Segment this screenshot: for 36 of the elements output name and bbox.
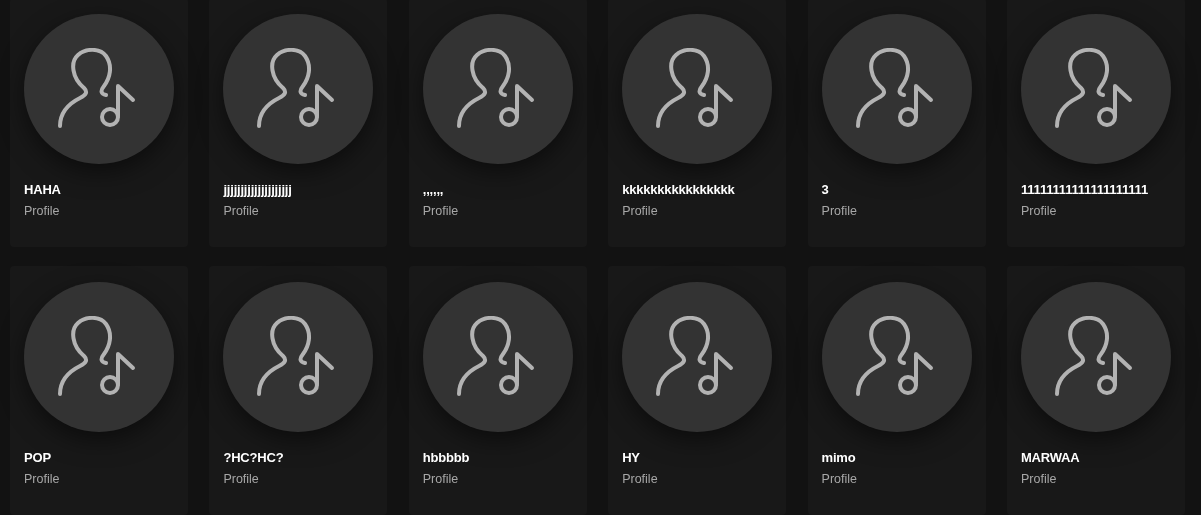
- profile-name: ,,,,,,: [422, 181, 445, 199]
- profile-name: 3: [821, 181, 830, 199]
- profile-name: HY: [622, 449, 641, 467]
- profile-type: Profile: [821, 471, 858, 487]
- profile-type: Profile: [24, 471, 61, 487]
- profile-card[interactable]: POP Profile: [10, 266, 188, 515]
- profile-type: Profile: [422, 471, 460, 487]
- profile-card[interactable]: ,,,,,, Profile: [408, 0, 587, 247]
- profile-card[interactable]: ?HC?HC? Profile: [209, 266, 388, 515]
- profile-name: HAHA: [24, 181, 62, 199]
- profile-type: Profile: [622, 203, 659, 219]
- profile-name: POP: [24, 449, 52, 467]
- profile-card[interactable]: mimo Profile: [807, 266, 986, 515]
- profile-type: Profile: [24, 203, 61, 219]
- profile-type: Profile: [422, 203, 460, 219]
- profile-type: Profile: [821, 203, 858, 219]
- profile-name: MARWAA: [1020, 449, 1081, 467]
- profile-card[interactable]: MARWAA Profile: [1006, 266, 1185, 515]
- profile-name: hbbbbb: [422, 449, 471, 467]
- profile-name: ?HC?HC?: [223, 449, 285, 467]
- profile-card[interactable]: kkkkkkkkkkkkkkkk Profile: [608, 0, 787, 247]
- profile-type: Profile: [1020, 471, 1058, 487]
- profile-type: Profile: [622, 471, 659, 487]
- profile-card[interactable]: jjjjjjjjjjjjjjjjjjjj Profile: [209, 0, 388, 247]
- profile-card[interactable]: HAHA Profile: [10, 0, 188, 247]
- profile-type: Profile: [223, 471, 260, 487]
- profile-name: jjjjjjjjjjjjjjjjjjjj: [223, 181, 293, 199]
- profile-card[interactable]: 11111111111111111111 Profile: [1006, 0, 1185, 247]
- profile-type: Profile: [1020, 203, 1058, 219]
- profile-name: 11111111111111111111: [1020, 181, 1149, 199]
- profile-card[interactable]: HY Profile: [608, 266, 787, 515]
- profile-card[interactable]: hbbbbb Profile: [408, 266, 587, 515]
- profile-card[interactable]: 3 Profile: [807, 0, 986, 247]
- profile-type: Profile: [223, 203, 260, 219]
- profile-name: kkkkkkkkkkkkkkkk: [622, 181, 736, 199]
- profile-name: mimo: [821, 449, 857, 467]
